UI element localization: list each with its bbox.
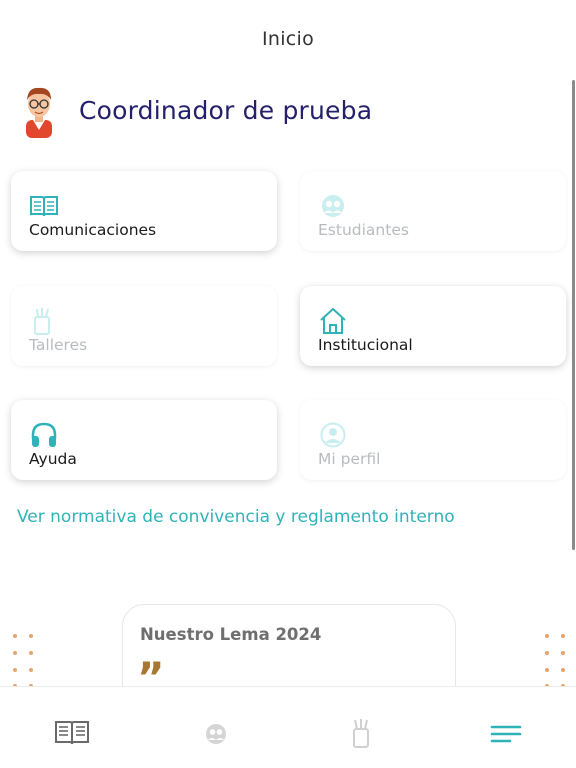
- user-row: Coordinador de prueba: [18, 84, 558, 140]
- workshops-label: Talleres: [29, 336, 88, 354]
- institutional-card[interactable]: Institucional: [300, 286, 566, 366]
- institutional-label: Institucional: [318, 336, 413, 354]
- students-card[interactable]: Estudiantes: [300, 171, 566, 251]
- students-label: Estudiantes: [318, 221, 409, 239]
- profile-card[interactable]: Mi perfil: [300, 400, 566, 480]
- headphones-icon: [31, 422, 57, 447]
- help-card[interactable]: Ayuda: [11, 400, 277, 480]
- house-icon: [320, 308, 346, 334]
- communications-label: Comunicaciones: [29, 221, 157, 239]
- bottom-nav: [0, 686, 576, 768]
- user-circle-icon: [320, 422, 346, 448]
- app-header: Inicio: [0, 0, 576, 80]
- students-icon: [322, 195, 344, 217]
- nav-pencil-cup-icon[interactable]: [343, 717, 379, 749]
- scrollbar[interactable]: [572, 80, 575, 550]
- nav-students-icon[interactable]: [198, 717, 234, 749]
- profile-label: Mi perfil: [318, 450, 381, 468]
- nav-book-icon[interactable]: [54, 717, 90, 749]
- user-name: Coordinador de prueba: [79, 96, 373, 125]
- nav-menu-icon[interactable]: [488, 717, 524, 749]
- workshops-card[interactable]: Talleres: [11, 286, 277, 366]
- book-icon: [30, 196, 58, 217]
- help-label: Ayuda: [29, 450, 77, 468]
- page-title: Inicio: [261, 28, 315, 50]
- motto-title: Nuestro Lema 2024: [140, 625, 322, 644]
- regulation-link[interactable]: Ver normativa de convivencia y reglament…: [17, 507, 455, 527]
- avatar: [26, 87, 52, 138]
- pencil-cup-icon: [34, 308, 50, 335]
- communications-card[interactable]: Comunicaciones: [11, 171, 277, 251]
